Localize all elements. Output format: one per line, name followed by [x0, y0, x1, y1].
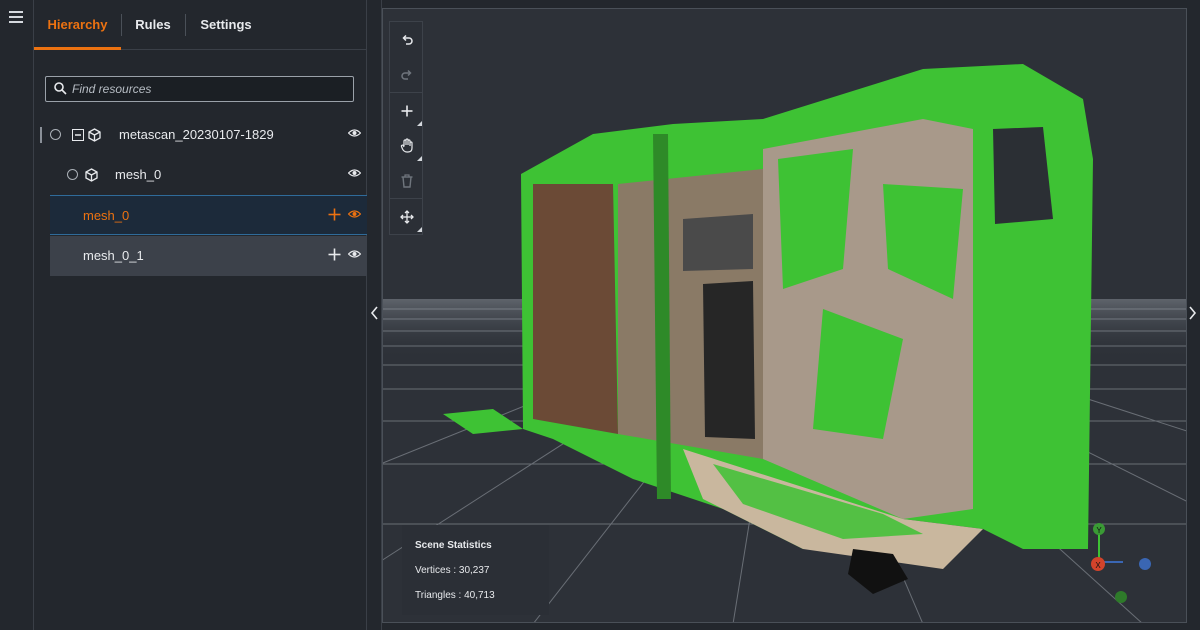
search-input[interactable]: [72, 80, 342, 98]
delete-button[interactable]: [390, 163, 424, 198]
plus-icon: [401, 105, 413, 116]
cube-icon: [85, 168, 98, 182]
tree-label: mesh_0_1: [83, 248, 144, 263]
tree-row-root[interactable]: metascan_20230107-1829: [40, 115, 367, 155]
scene-statistics-panel: Scene Statistics Vertices : 30,237 Trian…: [402, 525, 549, 615]
tree-row-mesh-0-1[interactable]: mesh_0_1: [50, 236, 367, 276]
right-collapse-bar[interactable]: [1187, 0, 1200, 630]
scanned-mesh: [443, 64, 1093, 594]
tree-row-mesh[interactable]: mesh_0: [50, 155, 367, 195]
tree-label: mesh_0: [115, 167, 162, 182]
vertices-count: Vertices : 30,237: [415, 565, 490, 576]
3d-viewport[interactable]: Y X Scene Statistics Vertices: 30,237 T…: [382, 8, 1187, 623]
resource-panel: Hierarchy Rules Settings metascan_202301…: [34, 0, 367, 630]
search-field[interactable]: [45, 76, 354, 102]
visibility-eye-icon[interactable]: [348, 249, 361, 259]
tree-label: metascan_20230107-1829: [119, 127, 274, 142]
trash-icon: [401, 173, 413, 188]
drag-handle[interactable]: [40, 127, 42, 143]
hamburger-menu-icon[interactable]: [9, 11, 23, 23]
triangles-count: Triangles : 40,713: [415, 590, 495, 601]
add-icon[interactable]: [328, 208, 341, 221]
add-object-button[interactable]: [390, 93, 424, 128]
transform-tool-button[interactable]: [390, 199, 424, 234]
dropdown-corner-icon: [417, 227, 422, 232]
undo-icon: [402, 34, 413, 45]
axis-gizmo: Y X: [1091, 523, 1151, 603]
dropdown-corner-icon: [417, 156, 422, 161]
tab-hierarchy[interactable]: Hierarchy: [34, 0, 121, 50]
visibility-eye-icon[interactable]: [348, 209, 361, 219]
hand-icon: [400, 138, 413, 153]
redo-icon: [401, 69, 412, 80]
tab-rules[interactable]: Rules: [122, 0, 184, 50]
redo-button[interactable]: [390, 57, 424, 92]
visibility-eye-icon[interactable]: [348, 168, 361, 178]
tree-row-selected[interactable]: mesh_0: [50, 195, 367, 235]
stats-title: Scene Statistics: [415, 540, 492, 551]
collapse-icon[interactable]: [72, 129, 84, 141]
axis-x-label: X: [1095, 561, 1101, 570]
dropdown-corner-icon: [417, 121, 422, 126]
visibility-eye-icon[interactable]: [348, 128, 361, 138]
axis-y-label: Y: [1096, 526, 1102, 535]
left-rail: [0, 0, 34, 630]
add-icon[interactable]: [328, 248, 341, 261]
select-radio[interactable]: [67, 169, 78, 180]
chevron-left-icon[interactable]: [370, 306, 379, 320]
viewport-toolbar: [389, 21, 423, 235]
app-window: Hierarchy Rules Settings metascan_202301…: [0, 0, 1200, 630]
tab-settings[interactable]: Settings: [186, 0, 266, 50]
cube-icon: [88, 128, 101, 142]
chevron-right-icon[interactable]: [1188, 306, 1197, 320]
panel-collapse-bar[interactable]: [367, 0, 382, 630]
pan-tool-button[interactable]: [390, 128, 424, 163]
move-arrows-icon: [400, 209, 414, 224]
panel-tabs: Hierarchy Rules Settings: [34, 0, 367, 50]
undo-button[interactable]: [390, 22, 424, 57]
search-icon: [54, 82, 67, 95]
tree-label: mesh_0: [83, 208, 130, 223]
select-radio[interactable]: [50, 129, 61, 140]
